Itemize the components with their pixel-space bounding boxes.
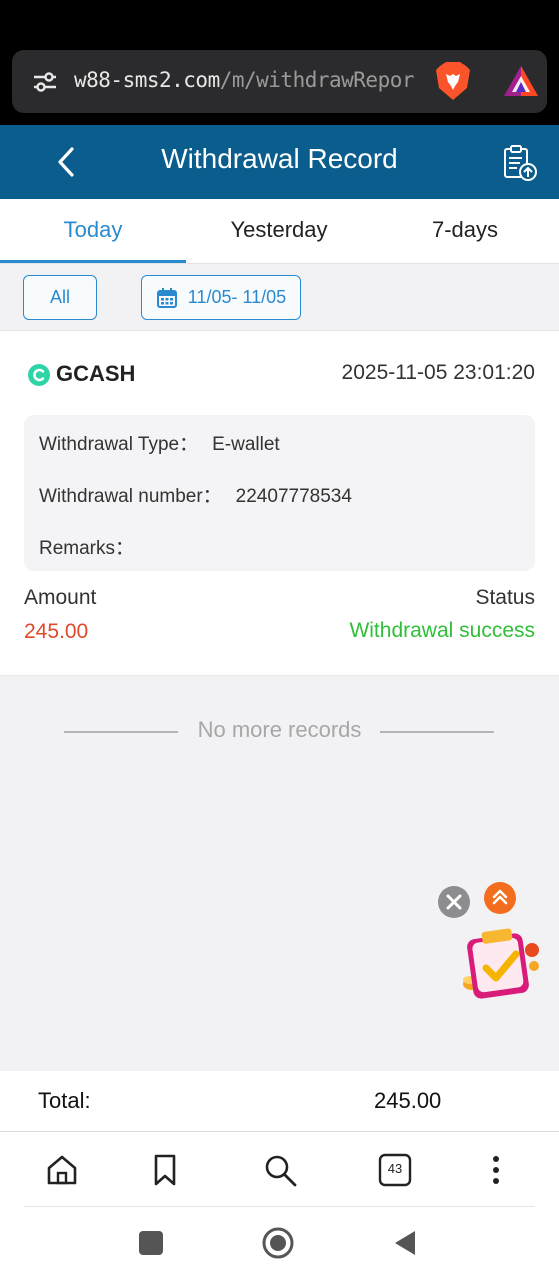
square-icon[interactable]	[135, 1227, 167, 1259]
home-icon[interactable]	[44, 1152, 80, 1188]
triangle-back-icon[interactable]	[389, 1227, 421, 1259]
page-title: Withdrawal Record	[161, 143, 398, 174]
list-end-indicator: No more records	[0, 716, 559, 746]
gcash-logo-icon	[28, 364, 50, 386]
tab-today[interactable]: Today	[0, 199, 186, 264]
withdrawal-number-row: Withdrawal number： 22407778534	[39, 481, 352, 508]
search-icon[interactable]	[262, 1152, 298, 1188]
total-value: 245.00	[374, 1088, 442, 1113]
status-value: Withdrawal success	[349, 619, 535, 642]
amount-value: 245.00	[24, 620, 89, 643]
active-tab-indicator	[0, 260, 186, 263]
list-end-text: No more records	[197, 717, 362, 742]
browser-top-bar: w88-sms2.com/m/withdrawRepor	[0, 0, 559, 125]
payment-method-name: GCASH	[56, 361, 136, 386]
divider-right	[380, 731, 494, 733]
tabs-button[interactable]: 43	[377, 1152, 413, 1188]
date-tabs: Today Yesterday 7-days	[0, 199, 559, 264]
toolbar-divider	[24, 1206, 535, 1207]
gift-promo-icon[interactable]	[458, 922, 544, 1004]
brave-lion-icon[interactable]	[434, 60, 472, 102]
tab-7-days[interactable]: 7-days	[372, 199, 558, 264]
date-range-label: 11/05- 11/05	[187, 287, 287, 307]
browser-bottom-bar: 43	[0, 1131, 559, 1280]
more-vert-icon[interactable]	[478, 1152, 514, 1188]
filter-all-button[interactable]: All	[23, 275, 97, 320]
withdrawal-type-label: Withdrawal Type：	[39, 434, 199, 455]
total-bar: Total: 245.00	[0, 1071, 559, 1131]
withdrawal-number-value: 22407778534	[235, 486, 352, 507]
bookmark-icon[interactable]	[147, 1152, 183, 1188]
tab-yesterday[interactable]: Yesterday	[186, 199, 372, 264]
scroll-top-button[interactable]	[484, 882, 516, 914]
amount-label: Amount	[24, 586, 97, 609]
clipboard-upload-icon[interactable]	[500, 143, 540, 183]
tab-count: 43	[387, 1161, 403, 1176]
address-bar[interactable]: w88-sms2.com/m/withdrawRepor	[12, 50, 547, 113]
withdrawal-type-row: Withdrawal Type： E-wallet	[39, 429, 280, 456]
close-icon	[446, 894, 462, 910]
tune-icon[interactable]	[32, 69, 58, 95]
record-details-box: Withdrawal Type： E-wallet Withdrawal numb…	[24, 415, 535, 571]
close-float-button[interactable]	[438, 886, 470, 918]
withdrawal-record-card[interactable]: GCASH 2025-11-05 23:01:20 Withdrawal Typ…	[0, 331, 559, 676]
calendar-icon	[156, 287, 177, 308]
url-text[interactable]: w88-sms2.com/m/withdrawRepor	[74, 68, 419, 92]
url-path: /m/withdrawRepor	[219, 68, 415, 92]
remarks-label: Remarks：	[39, 538, 135, 559]
status-label: Status	[475, 586, 535, 609]
withdrawal-number-label: Withdrawal number：	[39, 486, 222, 507]
remarks-row: Remarks：	[39, 533, 148, 560]
date-range-picker[interactable]: 11/05- 11/05	[141, 275, 301, 320]
brave-rewards-icon[interactable]	[502, 64, 540, 98]
total-label: Total:	[38, 1088, 91, 1113]
record-datetime: 2025-11-05 23:01:20	[341, 361, 535, 384]
filter-all-label: All	[49, 287, 70, 307]
app-header: Withdrawal Record	[0, 125, 559, 199]
filter-row: All 11/05- 11/05	[0, 264, 559, 331]
double-chevron-up-icon	[492, 889, 508, 905]
withdrawal-type-value: E-wallet	[212, 434, 280, 455]
url-host: w88-sms2.com	[74, 68, 220, 92]
circle-icon[interactable]	[262, 1227, 294, 1259]
